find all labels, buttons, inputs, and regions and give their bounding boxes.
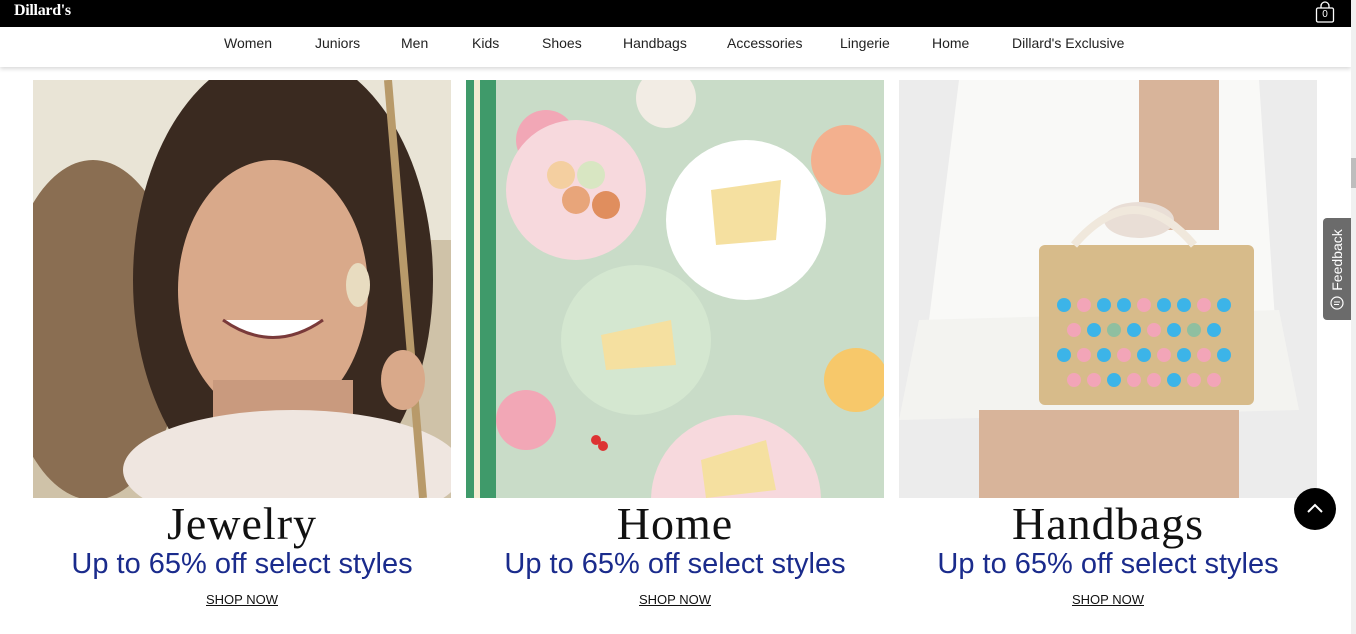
chevron-up-icon xyxy=(1307,503,1323,513)
nav-item-shoes[interactable]: Shoes xyxy=(542,27,582,67)
jewelry-promo-image[interactable] xyxy=(33,80,451,498)
back-to-top-button[interactable] xyxy=(1294,488,1336,530)
jewelry-promo-subtitle: Up to 65% off select styles xyxy=(71,548,413,580)
handbags-shop-now-link[interactable]: SHOP NOW xyxy=(899,592,1317,607)
main-nav: Women Juniors Men Kids Shoes Handbags Ac… xyxy=(0,27,1351,67)
page-scrollbar[interactable] xyxy=(1351,0,1356,634)
nav-item-lingerie[interactable]: Lingerie xyxy=(840,27,890,67)
home-promo-subtitle: Up to 65% off select styles xyxy=(504,548,846,580)
nav-item-juniors[interactable]: Juniors xyxy=(315,27,360,67)
handbags-promo-image[interactable] xyxy=(899,80,1317,498)
feedback-tab[interactable]: Feedback xyxy=(1323,218,1351,320)
nav-item-men[interactable]: Men xyxy=(401,27,428,67)
jewelry-promo-title: Jewelry xyxy=(166,498,318,549)
cart-count: 0 xyxy=(1322,9,1328,20)
speech-bubble-icon xyxy=(1330,296,1344,310)
home-shop-now-link[interactable]: SHOP NOW xyxy=(466,592,884,607)
feedback-label: Feedback xyxy=(1329,229,1345,291)
nav-item-home[interactable]: Home xyxy=(932,27,969,67)
jewelry-shop-now-link[interactable]: SHOP NOW xyxy=(33,592,451,607)
handbags-promo-subtitle: Up to 65% off select styles xyxy=(937,548,1279,580)
shopping-bag-button[interactable]: 0 xyxy=(1314,1,1336,23)
nav-item-accessories[interactable]: Accessories xyxy=(727,27,802,67)
nav-item-women[interactable]: Women xyxy=(224,27,272,67)
home-promo-title: Home xyxy=(616,498,734,549)
nav-item-kids[interactable]: Kids xyxy=(472,27,499,67)
nav-item-handbags[interactable]: Handbags xyxy=(623,27,687,67)
nav-item-dillards-exclusive[interactable]: Dillard's Exclusive xyxy=(1012,27,1124,67)
scrollbar-thumb[interactable] xyxy=(1351,158,1356,188)
home-promo-image[interactable] xyxy=(466,80,884,498)
handbags-promo-title: Handbags xyxy=(1012,498,1204,549)
dillards-logo[interactable]: Dillard's xyxy=(14,2,71,20)
top-bar: Dillard's 0 xyxy=(0,0,1351,27)
